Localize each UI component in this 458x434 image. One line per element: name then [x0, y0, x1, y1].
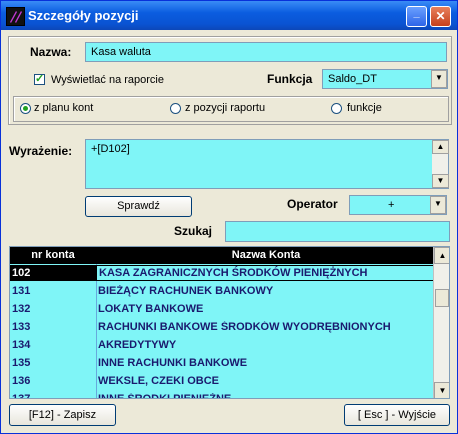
close-icon: ✕ [435, 9, 446, 23]
minimize-button[interactable]: _ [406, 6, 427, 27]
app-icon [6, 7, 25, 26]
radio-report-position[interactable] [170, 103, 181, 114]
table-scrollbar[interactable]: ▲ ▼ [433, 247, 449, 398]
operator-label: Operator [287, 197, 338, 211]
account-name-cell: INNE RACHUNKI BANKOWE [98, 357, 248, 369]
accounts-table: nr konta Nazwa Konta 102 KASA ZAGRANICZNY… [9, 246, 450, 399]
save-button[interactable]: [F12] - Zapisz [9, 404, 116, 426]
column-header-account-name[interactable]: Nazwa Konta [98, 249, 434, 261]
account-number-cell: 136 [12, 375, 31, 387]
function-label: Funkcja [267, 72, 313, 86]
expression-textarea[interactable]: +[D102] ▲ ▼ [85, 139, 449, 189]
table-header: nr konta Nazwa Konta [10, 247, 434, 264]
account-name-cell: INNE ŚRODKI PIENIĘŻNE [98, 393, 232, 399]
scroll-up-icon[interactable]: ▲ [432, 140, 449, 154]
show-on-report-label: Wyświetlać na raporcie [51, 74, 164, 86]
scroll-up-icon[interactable]: ▲ [434, 247, 449, 264]
account-number-cell: 131 [12, 285, 31, 297]
table-row[interactable]: 132 LOKATY BANKOWE [10, 301, 434, 319]
table-row[interactable]: 134 AKREDYTYWY [10, 337, 434, 355]
check-button[interactable]: Sprawdź [85, 196, 192, 217]
dialog-window: Szczegóły pozycji _ ✕ Nazwa: Kasa waluta… [0, 0, 458, 434]
account-number-cell: 137 [12, 393, 31, 399]
exit-button[interactable]: [ Esc ] - Wyjście [344, 404, 450, 426]
chevron-down-icon[interactable] [430, 196, 446, 214]
account-name-cell: LOKATY BANKOWE [98, 303, 204, 315]
radio-chart-of-accounts[interactable] [20, 103, 31, 114]
title-bar[interactable]: Szczegóły pozycji _ ✕ [1, 1, 457, 30]
show-on-report-checkbox[interactable] [34, 72, 45, 85]
table-row[interactable]: 136 WEKSLE, CZEKI OBCE [10, 373, 434, 391]
radio-functions[interactable] [331, 103, 342, 114]
search-label: Szukaj [174, 224, 213, 238]
table-row[interactable]: 102 KASA ZAGRANICZNYCH ŚRODKÓW PIENIĘŻNYC… [10, 265, 436, 283]
account-name-cell: BIEŻĄCY RACHUNEK BANKOWY [98, 285, 274, 297]
function-value: Saldo_DT [328, 73, 377, 85]
chevron-down-icon[interactable] [431, 70, 447, 88]
column-header-account-number[interactable]: nr konta [10, 249, 96, 261]
account-name-cell: RACHUNKI BANKOWE ŚRODKÓW WYODRĘBNIONYCH [98, 321, 391, 333]
account-number-cell: 133 [12, 321, 31, 333]
table-row[interactable]: 131 BIEŻĄCY RACHUNEK BANKOWY [10, 283, 434, 301]
table-row[interactable]: 133 RACHUNKI BANKOWE ŚRODKÓW WYODRĘBNIONY… [10, 319, 434, 337]
scroll-down-icon[interactable]: ▼ [432, 174, 449, 188]
account-number-cell: 102 [10, 265, 96, 281]
expression-label: Wyrażenie: [9, 144, 73, 158]
radio-report-position-label: z pozycji raportu [185, 102, 266, 114]
name-field[interactable]: Kasa waluta [85, 42, 447, 62]
minimize-icon: _ [413, 7, 420, 19]
name-value: Kasa waluta [91, 46, 151, 58]
window-title: Szczegóły pozycji [28, 8, 139, 23]
radio-chart-of-accounts-label: z planu kont [34, 102, 94, 114]
search-input[interactable] [225, 221, 450, 242]
operator-value: + [388, 199, 395, 211]
function-select[interactable]: Saldo_DT [322, 69, 448, 89]
table-row[interactable]: 137 INNE ŚRODKI PIENIĘŻNE [10, 391, 434, 399]
scroll-down-icon[interactable]: ▼ [434, 382, 449, 398]
table-row[interactable]: 135 INNE RACHUNKI BANKOWE [10, 355, 434, 373]
expression-scrollbar[interactable]: ▲ ▼ [432, 140, 449, 188]
account-number-cell: 132 [12, 303, 31, 315]
account-name-cell: KASA ZAGRANICZNYCH ŚRODKÓW PIENIĘŻNYCH [96, 265, 436, 281]
close-button[interactable]: ✕ [430, 6, 451, 27]
scroll-thumb[interactable] [435, 289, 449, 307]
expression-value: +[D102] [91, 143, 130, 155]
name-label: Nazwa: [30, 45, 72, 59]
account-name-cell: AKREDYTYWY [98, 339, 177, 351]
account-name-cell: WEKSLE, CZEKI OBCE [98, 375, 220, 387]
account-number-cell: 134 [12, 339, 31, 351]
account-number-cell: 135 [12, 357, 31, 369]
operator-select[interactable]: + [349, 195, 447, 215]
radio-functions-label: funkcje [347, 102, 382, 114]
